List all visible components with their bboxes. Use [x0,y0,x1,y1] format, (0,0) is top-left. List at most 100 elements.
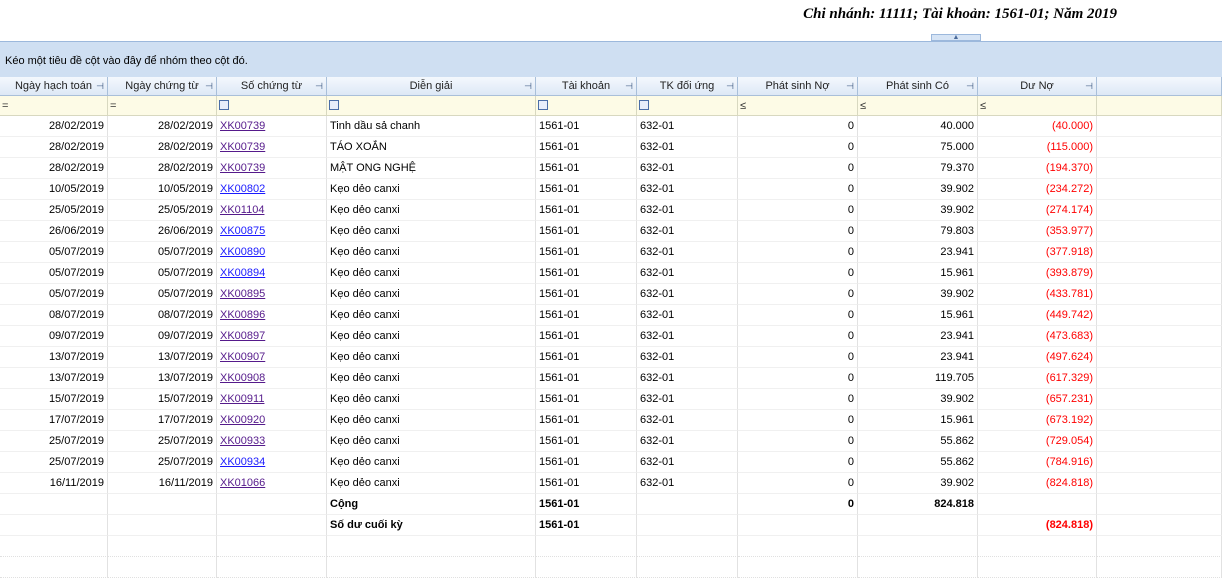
cell-credit: 23.941 [858,347,978,368]
column-header[interactable]: Số chứng từ ⊣ [217,77,327,96]
cell-account: 1561-01 [536,389,637,410]
document-link[interactable]: XK00894 [220,267,265,279]
document-link[interactable]: XK00933 [220,435,265,447]
pin-icon[interactable]: ⊣ [524,77,532,95]
filter-checkbox-icon[interactable] [538,100,548,111]
filter-cell[interactable]: ≤ [978,96,1097,116]
column-header[interactable]: Tài khoản ⊣ [536,77,637,96]
cell-balance: (433.781) [978,284,1097,305]
document-link[interactable]: XK00897 [220,330,265,342]
cell-contra: 632-01 [637,116,738,137]
cell-balance: (617.329) [978,368,1097,389]
cell-account: 1561-01 [536,137,637,158]
cell [1097,452,1222,473]
document-link[interactable]: XK01066 [220,477,265,489]
document-link[interactable]: XK00896 [220,309,265,321]
filter-operator-icon[interactable]: ≤ [860,100,866,112]
cell-balance: (393.879) [978,263,1097,284]
cell-doc-date: 05/07/2019 [108,263,217,284]
document-link[interactable]: XK00890 [220,246,265,258]
cell-account: 1561-01 [536,305,637,326]
filter-cell[interactable]: ≤ [738,96,858,116]
cell [108,557,217,578]
filter-cell[interactable] [1097,96,1222,116]
cell-balance: (353.977) [978,221,1097,242]
filter-cell[interactable] [637,96,738,116]
document-link[interactable]: XK01104 [220,204,264,216]
cell-balance: (449.742) [978,305,1097,326]
filter-cell[interactable]: = [108,96,217,116]
pin-icon[interactable]: ⊣ [315,77,323,95]
filter-cell[interactable]: ≤ [858,96,978,116]
cell-balance: (194.370) [978,158,1097,179]
column-header-label: Ngày hạch toán [14,80,93,92]
cell-balance: (657.231) [978,389,1097,410]
pin-icon[interactable]: ⊣ [726,77,734,95]
cell-contra: 632-01 [637,473,738,494]
filter-operator-icon[interactable]: ≤ [980,100,986,112]
filter-operator-icon[interactable]: ≤ [740,100,746,112]
cell [1097,431,1222,452]
cell-account: 1561-01 [536,326,637,347]
column-header[interactable]: Dư Nợ ⊣ [978,77,1097,96]
cell-debit: 0 [738,200,858,221]
cell-desc: Kẹo dẻo canxi [327,305,536,326]
pin-icon[interactable]: ⊣ [1085,77,1093,95]
column-header[interactable]: Phát sinh Có ⊣ [858,77,978,96]
group-by-panel[interactable]: Kéo một tiêu đề cột vào đây để nhóm theo… [0,41,1222,77]
pin-icon[interactable]: ⊣ [846,77,854,95]
column-header[interactable]: Diễn giải ⊣ [327,77,536,96]
cell-credit: 15.961 [858,410,978,431]
document-link[interactable]: XK00908 [220,372,265,384]
document-link[interactable]: XK00907 [220,351,265,363]
filter-operator-icon[interactable]: = [110,100,116,112]
cell-date: 28/02/2019 [0,116,108,137]
document-link[interactable]: XK00739 [220,162,265,174]
pin-icon[interactable]: ⊣ [625,77,633,95]
cell [858,515,978,536]
filter-cell[interactable] [327,96,536,116]
cell-contra: 632-01 [637,368,738,389]
cell [1097,200,1222,221]
cell-doc-no: XK01104 [217,200,327,221]
cell [738,515,858,536]
cell-doc-no: XK00911 [217,389,327,410]
cell-desc: Kẹo dẻo canxi [327,221,536,242]
column-header[interactable]: Ngày hạch toán ⊣ [0,77,108,96]
column-header[interactable]: Phát sinh Nợ ⊣ [738,77,858,96]
filter-operator-icon[interactable]: = [2,100,8,112]
filter-checkbox-icon[interactable] [639,100,649,111]
cell-contra: 632-01 [637,389,738,410]
pin-icon[interactable]: ⊣ [205,77,213,95]
filter-checkbox-icon[interactable] [329,100,339,111]
filter-cell[interactable] [536,96,637,116]
table-row: 10/05/2019 10/05/2019 XK00802 Kẹo dẻo canxi… [0,179,1222,200]
cell-account: 1561-01 [536,410,637,431]
total-label: Cộng [327,494,536,515]
column-header[interactable]: Ngày chứng từ ⊣ [108,77,217,96]
pin-icon[interactable]: ⊣ [96,77,104,95]
cell-doc-no: XK00875 [217,221,327,242]
column-header-label: Dư Nợ [1020,80,1054,92]
document-link[interactable]: XK00802 [220,183,265,195]
document-link[interactable]: XK00895 [220,288,265,300]
filter-checkbox-icon[interactable] [219,100,229,111]
cell-account: 1561-01 [536,368,637,389]
cell-contra: 632-01 [637,305,738,326]
column-header[interactable]: TK đối ứng ⊣ [637,77,738,96]
filter-row: = = ≤ ≤ ≤ [0,96,1222,116]
document-link[interactable]: XK00739 [220,141,265,153]
pin-icon[interactable]: ⊣ [966,77,974,95]
cell-credit: 15.961 [858,263,978,284]
panel-collapse-handle[interactable]: ▲ [931,34,981,41]
document-link[interactable]: XK00875 [220,225,265,237]
cell-desc: Kẹo dẻo canxi [327,473,536,494]
cell [1097,326,1222,347]
document-link[interactable]: XK00739 [220,120,265,132]
document-link[interactable]: XK00911 [220,393,264,405]
document-link[interactable]: XK00934 [220,456,265,468]
filter-cell[interactable] [217,96,327,116]
filter-cell[interactable]: = [0,96,108,116]
document-link[interactable]: XK00920 [220,414,265,426]
cell-date: 10/05/2019 [0,179,108,200]
